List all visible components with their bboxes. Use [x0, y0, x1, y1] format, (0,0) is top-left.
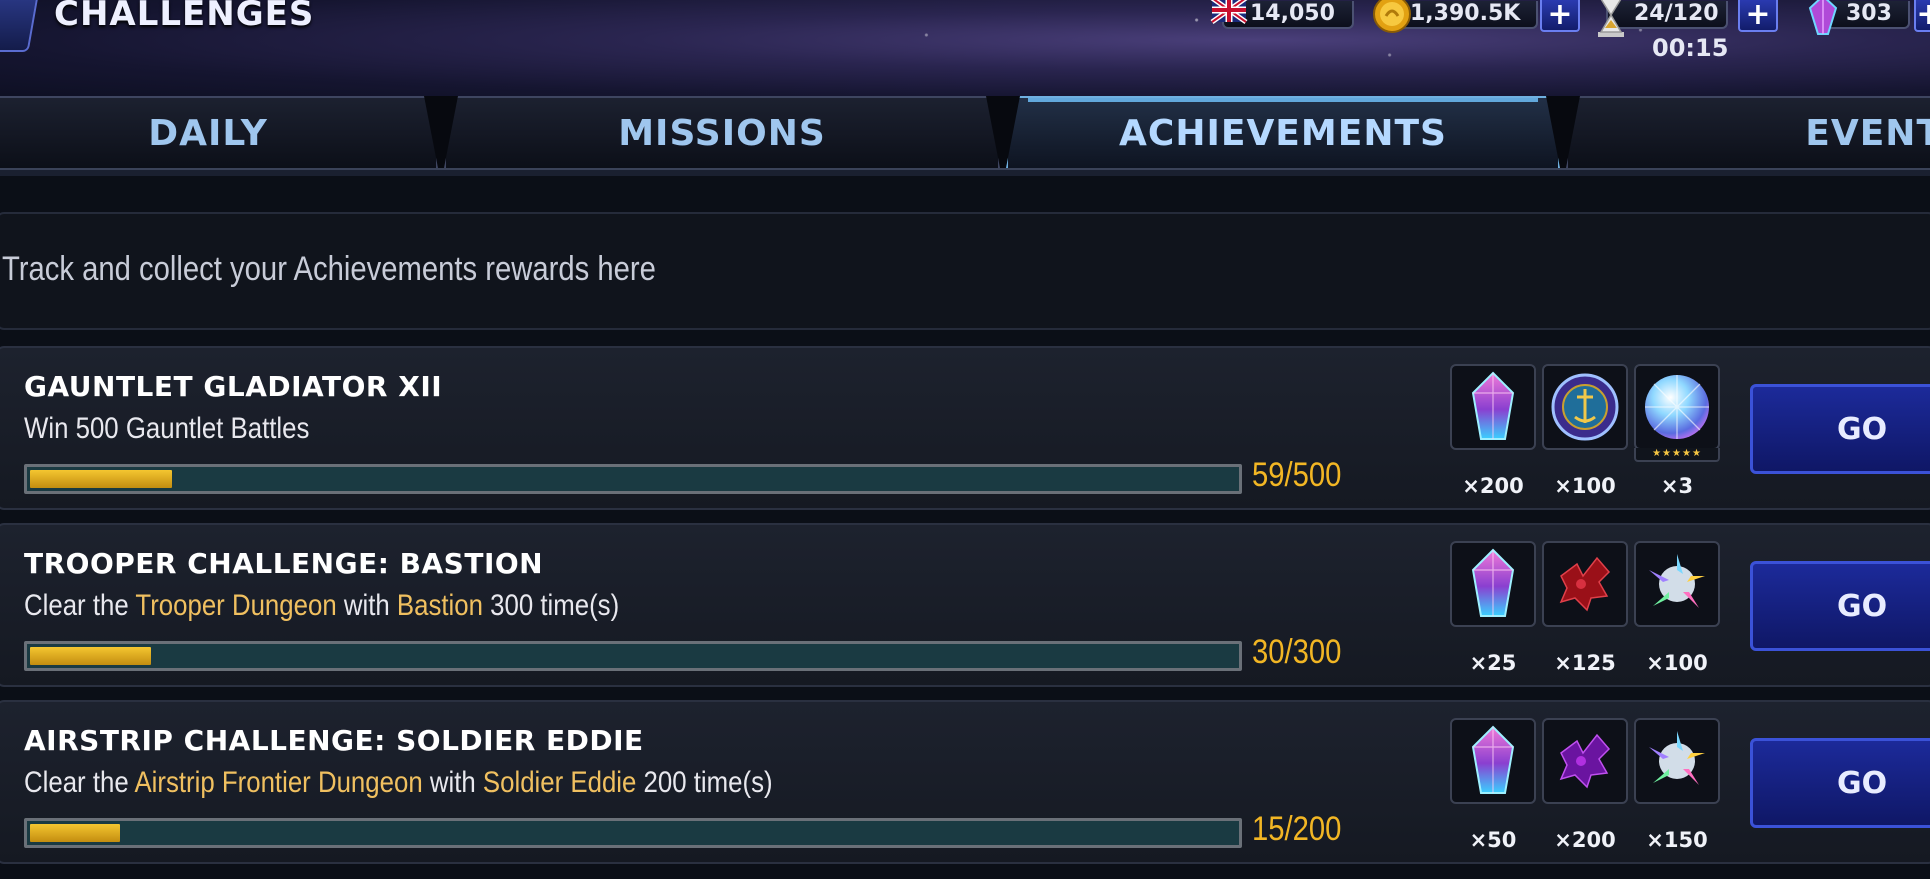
progress-text: 15/200: [1252, 810, 1342, 848]
reward-quantity: ×100: [1554, 474, 1616, 498]
text-part: with: [422, 766, 483, 799]
crystal-resource: 303: [1808, 0, 1910, 35]
gold-resource: 1,390.5K: [1373, 0, 1538, 33]
tab-event[interactable]: EVENT: [1566, 96, 1930, 168]
go-button[interactable]: GO: [1750, 384, 1930, 474]
red-shard-icon: [1559, 556, 1611, 612]
achievement-title: TROOPER CHALLENGE: BASTION: [24, 547, 544, 580]
buy-gold-button[interactable]: +: [1540, 0, 1580, 32]
go-button[interactable]: GO: [1750, 738, 1930, 828]
progress-fill: [30, 470, 173, 488]
star-rating: ★★★★★: [1634, 448, 1720, 462]
tab-label: MISSIONS: [618, 112, 826, 154]
reward-quantity: ×3: [1660, 474, 1694, 498]
pink-crystal-icon: [1471, 371, 1515, 440]
reward-quantity: ×25: [1469, 651, 1517, 675]
plus-icon: +: [1547, 0, 1573, 32]
reward-slot[interactable]: [1542, 364, 1628, 450]
pink-crystal-icon: [1471, 725, 1515, 794]
achievement-description: Clear the Airstrip Frontier Dungeon with…: [24, 766, 773, 800]
hourglass-icon: [1598, 0, 1624, 37]
achievement-row: AIRSTRIP CHALLENGE: SOLDIER EDDIE Clear …: [0, 700, 1930, 864]
reward-slot[interactable]: [1542, 541, 1628, 627]
achievement-title: AIRSTRIP CHALLENGE: SOLDIER EDDIE: [24, 724, 644, 757]
tab-label: DAILY: [148, 112, 268, 154]
text-part: Clear the: [24, 766, 135, 799]
buy-energy-button[interactable]: +: [1738, 0, 1778, 32]
go-button[interactable]: GO: [1750, 561, 1930, 651]
achievement-row: TROOPER CHALLENGE: BASTION Clear the Tro…: [0, 523, 1930, 687]
hero-name: Bastion: [396, 589, 483, 622]
text-part: 200 time(s): [636, 766, 773, 799]
description-text: Track and collect your Achievements rewa…: [2, 250, 656, 288]
progress-bar: [24, 641, 1242, 671]
tab-achievements[interactable]: ACHIEVEMENTS: [1006, 96, 1560, 168]
reward-slot[interactable]: ★★★★★: [1634, 364, 1720, 462]
text-part: with: [336, 589, 397, 622]
progress-bar: [24, 818, 1242, 848]
flag-resource: 14,050: [1210, 0, 1354, 30]
description-panel: Track and collect your Achievements rewa…: [0, 212, 1930, 330]
text-part: 300 time(s): [482, 589, 620, 622]
gauntlet-medal-icon: [1551, 373, 1619, 441]
tab-bar: DAILY MISSIONS ACHIEVEMENTS EVENT: [0, 96, 1930, 176]
hero-name: Soldier Eddie: [482, 766, 637, 799]
progress-fill: [30, 647, 151, 665]
energy-resource: 24/120: [1598, 0, 1728, 37]
diamond-gem-icon: [1645, 375, 1709, 439]
reward-slot[interactable]: [1450, 718, 1536, 804]
progress-text: 30/300: [1252, 633, 1342, 671]
reward-quantity: ×200: [1554, 828, 1616, 852]
uk-flag-icon: [1210, 0, 1248, 25]
reward-quantity: ×150: [1646, 828, 1708, 852]
tab-daily[interactable]: DAILY: [0, 96, 438, 168]
prism-shards-icon: [1649, 554, 1705, 608]
pink-crystal-icon: [1471, 548, 1515, 617]
achievement-title: GAUNTLET GLADIATOR XII: [24, 370, 443, 403]
purple-shard-icon: [1559, 733, 1611, 789]
energy-timer: 00:15: [1652, 34, 1729, 62]
reward-slot[interactable]: [1542, 718, 1628, 804]
plus-icon: +: [1745, 0, 1771, 32]
reward-quantity: ×200: [1462, 474, 1524, 498]
reward-slot[interactable]: [1634, 718, 1720, 804]
tab-missions[interactable]: MISSIONS: [444, 96, 1000, 168]
progress-bar: [24, 464, 1242, 494]
gold-coin-icon: [1373, 0, 1411, 33]
achievement-row: GAUNTLET GLADIATOR XII Win 500 Gauntlet …: [0, 346, 1930, 510]
reward-slot[interactable]: [1450, 364, 1536, 450]
prism-shards-icon: [1649, 731, 1705, 785]
tab-divider: [0, 168, 1930, 176]
progress-text: 59/500: [1252, 456, 1342, 494]
text-part: Clear the: [24, 589, 136, 622]
buy-crystal-button[interactable]: +: [1914, 0, 1930, 32]
dungeon-name: Trooper Dungeon: [135, 589, 337, 622]
reward-quantity: ×125: [1554, 651, 1616, 675]
reward-slot[interactable]: [1634, 541, 1720, 627]
tab-label: EVENT: [1805, 112, 1930, 154]
crystal-icon: [1808, 0, 1838, 35]
top-header: CHALLENGES 14,050 1,390.5K + 24/120 + 00…: [0, 0, 1930, 100]
achievement-description: Win 500 Gauntlet Battles: [24, 412, 310, 445]
reward-slot[interactable]: [1450, 541, 1536, 627]
screen-title: CHALLENGES: [54, 0, 315, 34]
reward-quantity: ×50: [1469, 828, 1517, 852]
reward-quantity: ×100: [1646, 651, 1708, 675]
tab-label: ACHIEVEMENTS: [1119, 112, 1447, 154]
plus-icon: +: [1916, 0, 1930, 32]
progress-fill: [30, 824, 121, 842]
achievement-description: Clear the Trooper Dungeon with Bastion 3…: [24, 589, 619, 623]
dungeon-name: Airstrip Frontier Dungeon: [134, 766, 423, 799]
